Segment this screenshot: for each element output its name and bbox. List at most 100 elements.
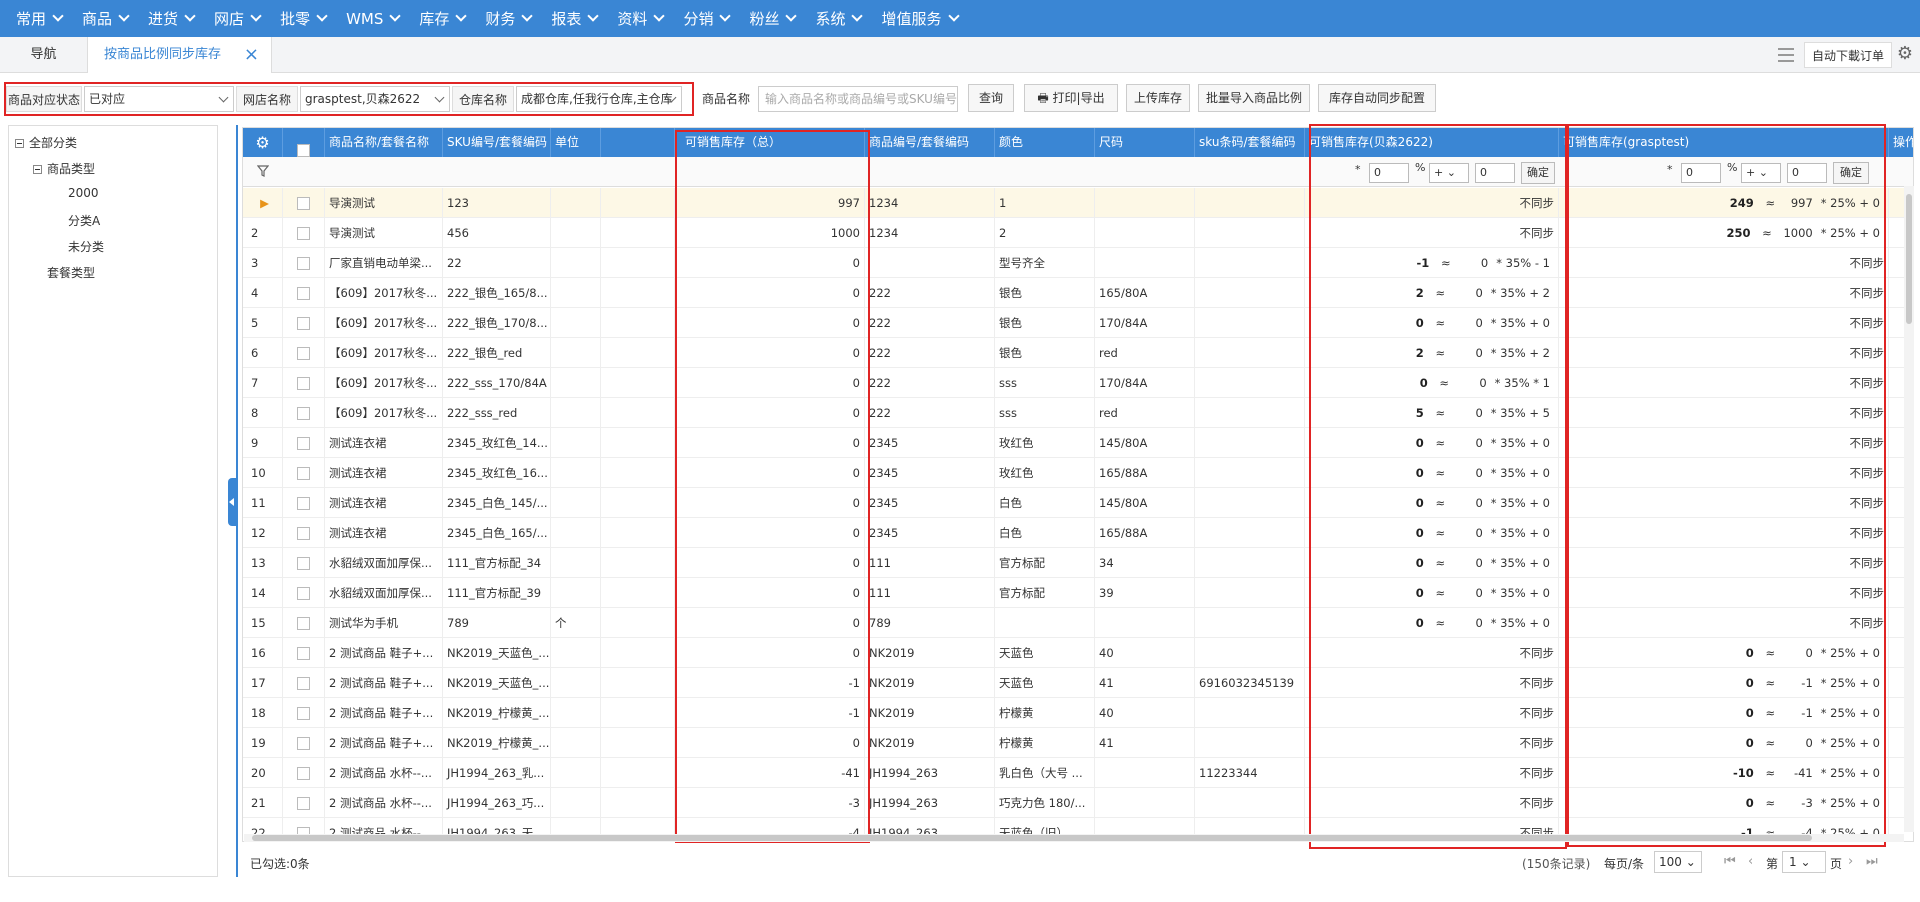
header-size[interactable]: 尺码 [1095, 128, 1195, 157]
table-row[interactable]: ▶ 导演测试 123 997 1234 1 不同步 249 ≈ 997 * 25% + 0 [243, 188, 1913, 218]
row-checkbox[interactable] [283, 548, 325, 578]
tree-item-uncategorized[interactable]: 未分类 [68, 238, 104, 255]
row-checkbox[interactable] [283, 308, 325, 338]
collapse-icon[interactable] [33, 165, 42, 174]
table-row[interactable]: 7 【609】2017秋冬... 222_sss_170/84A 0 222 sss 170… [243, 368, 1913, 398]
close-icon[interactable]: × [244, 37, 259, 73]
gear-icon[interactable]: ⚙ [243, 128, 283, 157]
row-checkbox[interactable] [283, 578, 325, 608]
bs-add-input[interactable]: 0 [1475, 163, 1515, 183]
table-row[interactable]: 18 2 测试商品 鞋子+... NK2019_柠檬黄_... -1 NK2019 柠檬黄… [243, 698, 1913, 728]
first-page-icon[interactable]: ⏮ [1724, 854, 1736, 869]
product-search-input[interactable]: 输入商品名称或商品编号或SKU编号 [758, 86, 958, 112]
collapse-icon[interactable] [15, 139, 24, 148]
auto-download-orders-button[interactable]: 自动下載订单 [1804, 42, 1892, 68]
row-checkbox[interactable] [283, 488, 325, 518]
table-row[interactable]: 5 【609】2017秋冬... 222_银色_170/8... 0 222 银色 170/… [243, 308, 1913, 338]
tree-item-bundle-type[interactable]: 套餐类型 [47, 264, 95, 281]
last-page-icon[interactable]: ⏭ [1866, 854, 1878, 869]
topnav-item[interactable]: 分销 [673, 0, 739, 37]
row-checkbox[interactable] [283, 458, 325, 488]
topnav-item[interactable]: 报表 [541, 0, 607, 37]
row-checkbox[interactable] [283, 608, 325, 638]
topnav-item[interactable]: 网店 [204, 0, 270, 37]
query-button[interactable]: 查询 [968, 84, 1014, 112]
topnav-item[interactable]: 常用 [6, 0, 72, 37]
gear-icon[interactable]: ⚙ [1894, 43, 1916, 65]
tab-navigation[interactable]: 导航 [0, 37, 88, 73]
batch-import-ratio-button[interactable]: 批量导入商品比例 [1198, 84, 1310, 112]
next-page-icon[interactable]: › [1848, 854, 1853, 869]
topnav-item[interactable]: 批零 [270, 0, 336, 37]
row-checkbox[interactable] [283, 428, 325, 458]
table-row[interactable]: 20 2 测试商品 水杯--... JH1994_263_乳... -41 JH1994… [243, 758, 1913, 788]
gt-confirm-button[interactable]: 确定 [1833, 162, 1869, 184]
row-checkbox[interactable] [283, 218, 325, 248]
upload-stock-button[interactable]: 上传库存 [1126, 84, 1190, 112]
header-sku[interactable]: SKU编号/套餐编码 [443, 128, 551, 157]
header-barcode[interactable]: sku条码/套餐编码 [1195, 128, 1305, 157]
bs-percent-input[interactable]: 0 [1369, 163, 1409, 183]
bs-operator-select[interactable]: + ⌄ [1429, 163, 1469, 183]
topnav-item[interactable]: 系统 [805, 0, 871, 37]
vertical-scrollbar[interactable] [1904, 186, 1914, 832]
topnav-item[interactable]: 财务 [475, 0, 541, 37]
table-row[interactable]: 10 测试连衣裙 2345_玫红色_16... 0 2345 玫红色 165/88A 0 ≈ … [243, 458, 1913, 488]
row-checkbox[interactable] [283, 338, 325, 368]
topnav-item[interactable]: 库存 [409, 0, 475, 37]
table-row[interactable]: 8 【609】2017秋冬... 222_sss_red 0 222 sss red 5 ≈ … [243, 398, 1913, 428]
row-checkbox[interactable] [283, 638, 325, 668]
per-page-select[interactable]: 100 ⌄ [1654, 851, 1702, 873]
row-checkbox[interactable] [283, 248, 325, 278]
topnav-item[interactable]: 粉丝 [739, 0, 805, 37]
row-checkbox[interactable] [283, 188, 325, 218]
tree-item-all[interactable]: 全部分类 [15, 134, 77, 151]
gt-operator-select[interactable]: + ⌄ [1741, 163, 1781, 183]
row-checkbox[interactable] [283, 368, 325, 398]
table-row[interactable]: 15 测试华为手机 789 个 0 789 0 ≈ 0 * 35% + 0 不同步 [243, 608, 1913, 638]
table-row[interactable]: 11 测试连衣裙 2345_白色_145/... 0 2345 白色 145/80A 0 ≈ … [243, 488, 1913, 518]
row-checkbox[interactable] [283, 788, 325, 818]
tab-sync-by-ratio[interactable]: 按商品比例同步库存 × [88, 37, 272, 73]
topnav-item[interactable]: 商品 [72, 0, 138, 37]
header-total[interactable]: 可销售库存（总） [675, 128, 865, 157]
bs-confirm-button[interactable]: 确定 [1521, 162, 1555, 184]
horizontal-scrollbar[interactable] [244, 834, 1904, 842]
table-row[interactable]: 9 测试连衣裙 2345_玫红色_14... 0 2345 玫红色 145/80A 0 ≈ 0… [243, 428, 1913, 458]
row-checkbox[interactable] [283, 518, 325, 548]
table-row[interactable]: 6 【609】2017秋冬... 222_银色_red 0 222 银色 red 2 ≈ 0 *… [243, 338, 1913, 368]
warehouse-select[interactable]: 成都仓库,任我行仓库,主仓库 [516, 86, 682, 112]
table-row[interactable]: 2 导演测试 456 1000 1234 2 不同步 250 ≈ 1000 * 25% + 0 [243, 218, 1913, 248]
gt-percent-input[interactable]: 0 [1681, 163, 1721, 183]
page-input[interactable]: 1 ⌄ [1782, 851, 1826, 873]
row-checkbox[interactable] [283, 758, 325, 788]
list-menu-icon[interactable] [1778, 48, 1794, 62]
header-op[interactable]: 操作 [1889, 128, 1913, 157]
row-checkbox[interactable] [283, 698, 325, 728]
table-row[interactable]: 19 2 测试商品 鞋子+... NK2019_柠檬黄_... 0 NK2019 柠檬黄 4… [243, 728, 1913, 758]
status-select[interactable]: 已对应 [84, 86, 234, 112]
header-stock-bs[interactable]: 可销售库存(贝森2622) [1305, 128, 1559, 157]
select-all-checkbox[interactable] [283, 128, 325, 157]
topnav-item[interactable]: 资料 [607, 0, 673, 37]
header-unit[interactable]: 单位 [551, 128, 601, 157]
row-checkbox[interactable] [283, 728, 325, 758]
header-code[interactable]: 商品编号/套餐编码 [865, 128, 995, 157]
row-checkbox[interactable] [283, 668, 325, 698]
filter-icon[interactable] [256, 165, 270, 177]
table-row[interactable]: 17 2 测试商品 鞋子+... NK2019_天蓝色_... -1 NK2019 天蓝色… [243, 668, 1913, 698]
header-stock-gt[interactable]: 可销售库存(grasptest) [1559, 128, 1889, 157]
row-checkbox[interactable] [283, 398, 325, 428]
tree-item-2000[interactable]: 2000 [68, 186, 99, 200]
table-row[interactable]: 21 2 测试商品 水杯--... JH1994_263_巧... -3 JH1994_… [243, 788, 1913, 818]
header-color[interactable]: 颜色 [995, 128, 1095, 157]
print-export-button[interactable]: 🖶 打印|导出 [1024, 84, 1118, 112]
auto-sync-config-button[interactable]: 库存自动同步配置 [1318, 84, 1436, 112]
tree-item-product-type[interactable]: 商品类型 [33, 160, 95, 177]
topnav-item[interactable]: 进货 [138, 0, 204, 37]
row-checkbox[interactable] [283, 278, 325, 308]
table-row[interactable]: 16 2 测试商品 鞋子+... NK2019_天蓝色_... 0 NK2019 天蓝色 4… [243, 638, 1913, 668]
prev-page-icon[interactable]: ‹ [1748, 854, 1753, 869]
table-row[interactable]: 4 【609】2017秋冬... 222_银色_165/8... 0 222 银色 165/… [243, 278, 1913, 308]
tree-item-category-a[interactable]: 分类A [68, 212, 100, 229]
